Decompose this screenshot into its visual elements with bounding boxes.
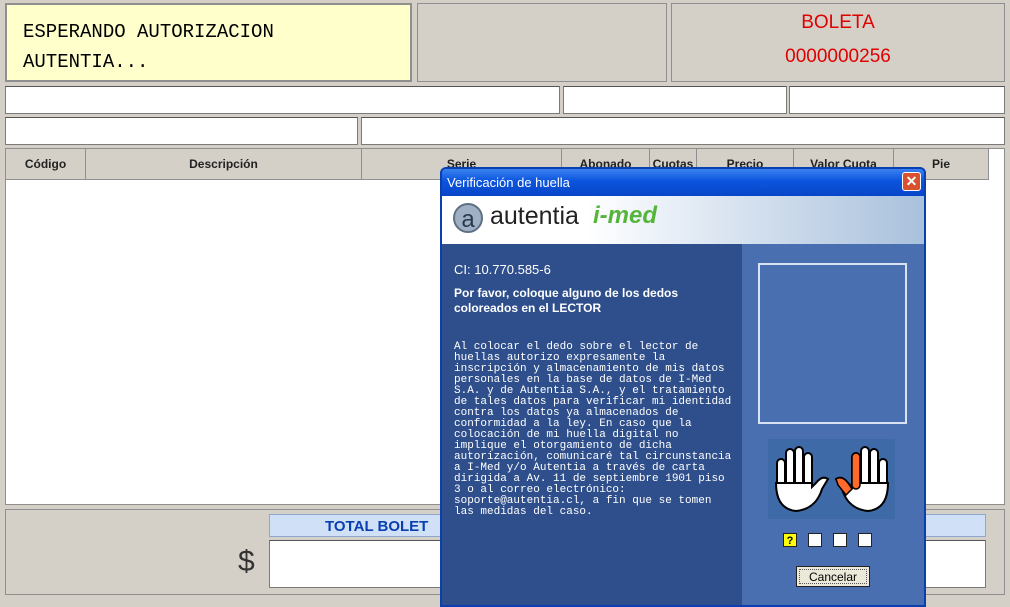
field-3[interactable] <box>789 86 1005 114</box>
field-1[interactable] <box>5 86 560 114</box>
autentia-logo-icon: a <box>453 203 483 233</box>
instruction-text: Por favor, coloque alguno de los dedos c… <box>454 286 679 315</box>
status-line-2: AUTENTIA... <box>23 51 149 73</box>
finger-checkbox-3 <box>858 533 872 547</box>
fingerprint-dialog: Verificación de huella ✕ a autentia i-me… <box>440 167 926 607</box>
boleta-panel: BOLETA 0000000256 <box>671 3 1005 82</box>
finger-checkbox-2 <box>833 533 847 547</box>
finger-checkbox-1 <box>808 533 822 547</box>
col-descripcion[interactable]: Descripción <box>86 149 362 180</box>
boleta-label: BOLETA <box>801 12 875 33</box>
field-2[interactable] <box>563 86 787 114</box>
hands-diagram <box>768 439 895 519</box>
close-icon[interactable]: ✕ <box>902 172 921 191</box>
imed-brand: i-med <box>593 202 658 229</box>
cancel-button[interactable]: Cancelar <box>796 566 870 587</box>
reader-panel: ? Cancelar <box>742 244 924 605</box>
status-panel: ESPERANDO AUTORIZACION AUTENTIA... <box>5 3 412 82</box>
fingerprint-preview <box>758 263 907 424</box>
hands-icon <box>774 446 890 513</box>
field-4[interactable] <box>5 117 358 145</box>
info-panel: CI: 10.770.585-6 Por favor, coloque algu… <box>442 244 742 605</box>
help-icon[interactable]: ? <box>783 533 797 547</box>
brand-banner: a autentia i-med <box>442 196 924 244</box>
field-5[interactable] <box>361 117 1005 145</box>
legal-text: Al colocar el dedo sobre el lector de hu… <box>454 341 738 518</box>
currency-symbol: $ <box>238 545 255 578</box>
autentia-brand: autentia <box>490 202 579 230</box>
ci-label: CI: 10.770.585-6 <box>454 262 551 277</box>
status-line-1: ESPERANDO AUTORIZACION <box>23 21 274 43</box>
col-codigo[interactable]: Código <box>6 149 86 180</box>
dialog-title: Verificación de huella <box>447 175 570 190</box>
dialog-titlebar[interactable]: Verificación de huella <box>442 169 924 196</box>
blank-panel <box>417 3 667 82</box>
boleta-number: 0000000256 <box>785 46 891 67</box>
